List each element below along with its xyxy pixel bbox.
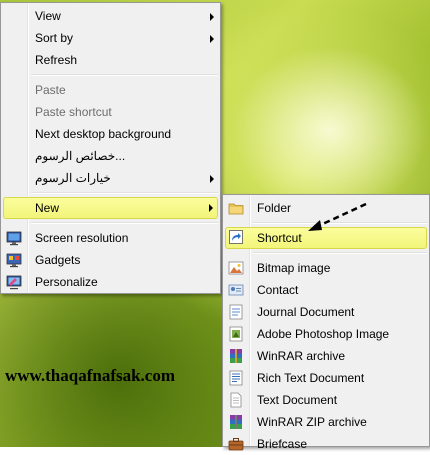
menu-item-label: Journal Document	[257, 305, 355, 319]
menu-item-label: Shortcut	[257, 231, 302, 245]
menu-item-label: Briefcase	[257, 437, 308, 451]
briefcase-icon	[228, 438, 244, 451]
menu-item-sort-by[interactable]: Sort by	[1, 27, 220, 49]
menu-item-label: Rich Text Document	[257, 371, 365, 385]
shortcut-icon	[229, 230, 243, 244]
contact-icon	[228, 284, 244, 296]
personalize-icon	[6, 275, 22, 290]
menu-item-label: Text Document	[257, 393, 338, 407]
menu-item-label: Personalize	[35, 275, 98, 289]
submenu-item-briefcase[interactable]: Briefcase	[223, 433, 429, 455]
folder-icon	[228, 203, 244, 215]
menu-item-next-desktop-background[interactable]: Next desktop background	[1, 123, 220, 145]
submenu-arrow-icon	[210, 175, 214, 183]
menu-item-new[interactable]: New	[3, 197, 218, 219]
winrar-zip-archive-icon	[230, 415, 242, 429]
menu-item-paste: Paste	[1, 79, 220, 101]
submenu-item-rich-text-document[interactable]: Rich Text Document	[223, 367, 429, 389]
submenu-item-contact[interactable]: Contact	[223, 279, 429, 301]
menu-item-label: Bitmap image	[257, 261, 331, 275]
submenu-item-winrar-zip-archive[interactable]: WinRAR ZIP archive	[223, 411, 429, 433]
submenu-item-journal-document[interactable]: Journal Document	[223, 301, 429, 323]
menu-item-label: Sort by	[35, 31, 74, 45]
menu-item-label: خصائص الرسوم...	[35, 149, 126, 163]
submenu-item-text-document[interactable]: Text Document	[223, 389, 429, 411]
screen-resolution-icon	[6, 231, 22, 246]
watermark-text: www.thaqafnafsak.com	[5, 366, 176, 385]
submenu-item-winrar-archive[interactable]: WinRAR archive	[223, 345, 429, 367]
menu-separator	[253, 252, 427, 254]
submenu-item-bitmap-image[interactable]: Bitmap image	[223, 257, 429, 279]
journal-document-icon	[229, 304, 243, 320]
menu-item-label: WinRAR archive	[257, 349, 346, 363]
menu-item-graphics-options[interactable]: خيارات الرسوم	[1, 167, 220, 189]
annotation-arrow-icon	[308, 202, 367, 231]
photoshop-image-icon	[229, 326, 243, 342]
menu-item-label: Adobe Photoshop Image	[257, 327, 390, 341]
submenu-arrow-icon	[210, 35, 214, 43]
menu-item-view[interactable]: View	[1, 5, 220, 27]
menu-item-label: Folder	[257, 201, 292, 215]
menu-item-refresh[interactable]: Refresh	[1, 49, 220, 71]
menu-item-label: Paste	[35, 83, 66, 97]
menu-item-graphics-properties[interactable]: خصائص الرسوم...	[1, 145, 220, 167]
menu-item-personalize[interactable]: Personalize	[1, 271, 220, 293]
menu-item-label: Next desktop background	[35, 127, 172, 141]
menu-item-label: View	[35, 9, 61, 23]
menu-item-gadgets[interactable]: Gadgets	[1, 249, 220, 271]
rich-text-document-icon	[229, 370, 243, 386]
desktop-context-menu: View Sort by Refresh Paste Paste shortcu…	[0, 2, 221, 294]
submenu-arrow-icon	[209, 204, 213, 212]
winrar-archive-icon	[230, 349, 242, 363]
submenu-arrow-icon	[210, 13, 214, 21]
submenu-item-photoshop-image[interactable]: Adobe Photoshop Image	[223, 323, 429, 345]
menu-item-paste-shortcut: Paste shortcut	[1, 101, 220, 123]
menu-item-label: WinRAR ZIP archive	[257, 415, 367, 429]
menu-item-label: New	[35, 201, 60, 215]
menu-item-label: Gadgets	[35, 253, 81, 267]
menu-item-label: خيارات الرسوم	[35, 171, 111, 185]
menu-separator	[31, 74, 218, 76]
menu-item-label: Screen resolution	[35, 231, 129, 245]
text-document-icon	[230, 392, 242, 408]
menu-item-label: Refresh	[35, 53, 78, 67]
bitmap-image-icon	[228, 261, 244, 275]
menu-item-label: Contact	[257, 283, 299, 297]
menu-separator	[31, 192, 218, 194]
menu-separator	[31, 222, 218, 224]
menu-item-screen-resolution[interactable]: Screen resolution	[1, 227, 220, 249]
menu-item-label: Paste shortcut	[35, 105, 112, 119]
gadgets-icon	[6, 253, 22, 268]
